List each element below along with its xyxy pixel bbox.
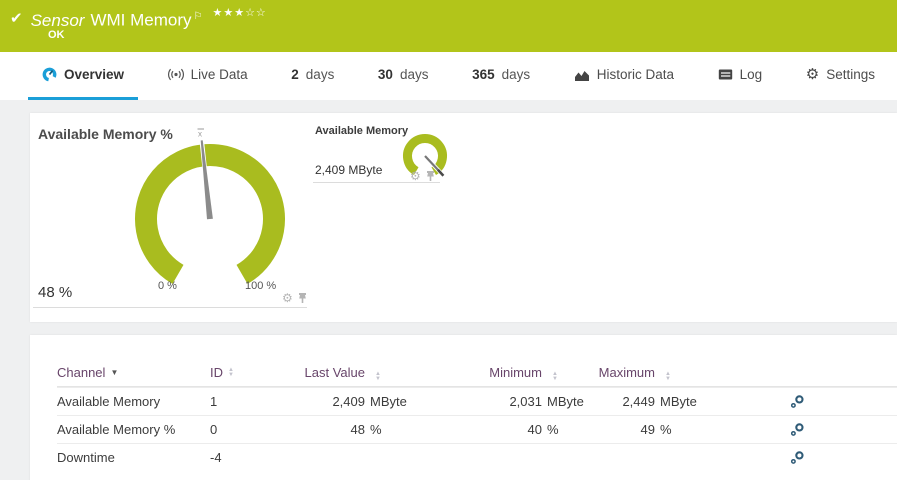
channel-settings-icon bbox=[790, 395, 804, 408]
tab-number: 365 bbox=[472, 67, 495, 82]
tab-label: Overview bbox=[64, 67, 125, 82]
tab-bar: Overview Live Data 2 days 30 days 365 da… bbox=[0, 52, 897, 100]
channel-id: 1 bbox=[210, 394, 218, 409]
channel-settings-icon bbox=[790, 451, 804, 464]
tab-label: Log bbox=[739, 67, 763, 82]
table-row: Downtime -4 bbox=[57, 443, 897, 471]
maximum-cell: 2,449 MByte bbox=[622, 394, 697, 409]
tab-label: days bbox=[501, 67, 531, 82]
title-prefix: Sensor bbox=[30, 10, 85, 30]
header-label: ID bbox=[210, 365, 223, 380]
priority-stars[interactable]: ★★★☆☆ bbox=[212, 6, 266, 19]
table-header-row: Channel ▼ ID ▲ ▼ Last Value ▲ ▼ Minimum ▲ ▼… bbox=[57, 359, 897, 387]
tab-30-days[interactable]: 30 days bbox=[364, 52, 443, 100]
last-value-cell: 48% bbox=[350, 422, 382, 437]
tab-label: days bbox=[305, 67, 335, 82]
ok-check-icon: ✔ bbox=[10, 10, 23, 27]
main-gauge-divider bbox=[33, 307, 307, 308]
avg-marker: x bbox=[198, 130, 202, 139]
channel-settings-icon bbox=[790, 423, 804, 436]
column-header-minimum[interactable]: Minimum ▲ ▼ bbox=[420, 363, 597, 382]
pin-icon[interactable] bbox=[297, 292, 308, 304]
flag-icon: ⚐ bbox=[193, 11, 203, 22]
gauge-scale-min: 0 % bbox=[158, 280, 177, 292]
column-header-last-value[interactable]: Last Value ▲ ▼ bbox=[300, 363, 420, 382]
channel-name[interactable]: Available Memory % bbox=[57, 422, 210, 437]
tab-settings[interactable]: ⚙ Settings bbox=[792, 52, 889, 100]
table-row: Available Memory % 0 48% 40% 49% bbox=[57, 415, 897, 443]
log-icon bbox=[718, 69, 732, 80]
gauge-icon bbox=[42, 67, 57, 82]
channel-id: -4 bbox=[210, 450, 222, 465]
channel-name[interactable]: Downtime bbox=[57, 450, 210, 465]
header-label: Maximum bbox=[598, 365, 655, 380]
channel-settings-button[interactable] bbox=[710, 450, 810, 465]
maximum-cell: 49% bbox=[640, 422, 672, 437]
sort-icon: ▲ ▼ bbox=[228, 366, 234, 378]
channel-settings-button[interactable] bbox=[710, 394, 810, 409]
minimum-cell: 40% bbox=[527, 422, 559, 437]
header-label: Last Value bbox=[304, 365, 365, 380]
live-data-icon bbox=[167, 68, 184, 81]
sort-icon: ▲ ▼ bbox=[552, 371, 558, 382]
status-badge: OK bbox=[48, 29, 65, 41]
sensor-status-header: ✔ Sensor WMI Memory ⚐ ★★★☆☆ OK bbox=[0, 0, 897, 52]
column-header-id[interactable]: ID ▲ ▼ bbox=[210, 365, 300, 380]
tab-number: 2 bbox=[291, 67, 299, 82]
channel-settings-button[interactable] bbox=[710, 422, 810, 437]
tab-historic-data[interactable]: Historic Data bbox=[560, 52, 688, 100]
tab-label: Settings bbox=[826, 67, 875, 82]
sort-desc-icon: ▼ bbox=[110, 368, 119, 377]
tab-2-days[interactable]: 2 days bbox=[277, 52, 348, 100]
page-title: Sensor WMI Memory ⚐ bbox=[31, 7, 203, 31]
gear-icon[interactable]: ⚙ bbox=[282, 291, 293, 305]
channels-table: Channel ▼ ID ▲ ▼ Last Value ▲ ▼ Minimum ▲ ▼… bbox=[30, 335, 897, 471]
gear-icon[interactable]: ⚙ bbox=[410, 169, 421, 183]
tab-overview[interactable]: Overview bbox=[28, 52, 139, 100]
mini-gauge-value: 2,409 MByte bbox=[315, 163, 383, 177]
mini-gauge-toolbar: ⚙ bbox=[410, 169, 436, 183]
stars-filled: ★★★ bbox=[212, 7, 246, 19]
settings-icon: ⚙ bbox=[805, 66, 820, 83]
column-header-channel[interactable]: Channel ▼ bbox=[57, 365, 210, 380]
tab-live-data[interactable]: Live Data bbox=[154, 52, 262, 100]
last-value-cell: 2,409 MByte bbox=[332, 394, 407, 409]
available-memory-percent-gauge[interactable]: x bbox=[130, 127, 290, 297]
main-gauge-value: 48 % bbox=[38, 284, 73, 301]
channel-id: 0 bbox=[210, 422, 218, 437]
pin-icon[interactable] bbox=[425, 170, 436, 182]
minimum-cell: 2,031 MByte bbox=[509, 394, 584, 409]
sort-icon: ▲ ▼ bbox=[665, 371, 671, 382]
channel-name[interactable]: Available Memory bbox=[57, 394, 210, 409]
stars-empty: ☆☆ bbox=[245, 7, 267, 19]
main-gauge-toolbar: ⚙ bbox=[282, 291, 308, 305]
tab-label: Live Data bbox=[190, 67, 248, 82]
tab-label: Historic Data bbox=[596, 67, 675, 82]
table-row: Available Memory 1 2,409 MByte 2,031 MByte… bbox=[57, 387, 897, 415]
tab-log[interactable]: Log bbox=[704, 52, 777, 100]
sort-icon: ▲ ▼ bbox=[375, 371, 381, 382]
tab-365-days[interactable]: 365 days bbox=[458, 52, 544, 100]
column-header-maximum[interactable]: Maximum ▲ ▼ bbox=[597, 363, 710, 382]
gauge-scale-max: 100 % bbox=[245, 280, 277, 292]
mini-gauge-divider bbox=[313, 182, 440, 183]
tab-label: days bbox=[399, 67, 429, 82]
tab-number: 30 bbox=[377, 67, 393, 82]
header-label: Channel bbox=[57, 365, 106, 380]
sensor-name: WMI Memory bbox=[90, 10, 192, 30]
header-label: Minimum bbox=[489, 365, 542, 380]
channels-table-panel: Channel ▼ ID ▲ ▼ Last Value ▲ ▼ Minimum ▲ ▼… bbox=[30, 335, 897, 480]
historic-data-icon bbox=[574, 70, 589, 81]
overview-gauges-panel: Available Memory % x 48 % 0 % 100 % ⚙ Av… bbox=[30, 113, 897, 322]
mini-gauge-title: Available Memory bbox=[315, 125, 409, 137]
